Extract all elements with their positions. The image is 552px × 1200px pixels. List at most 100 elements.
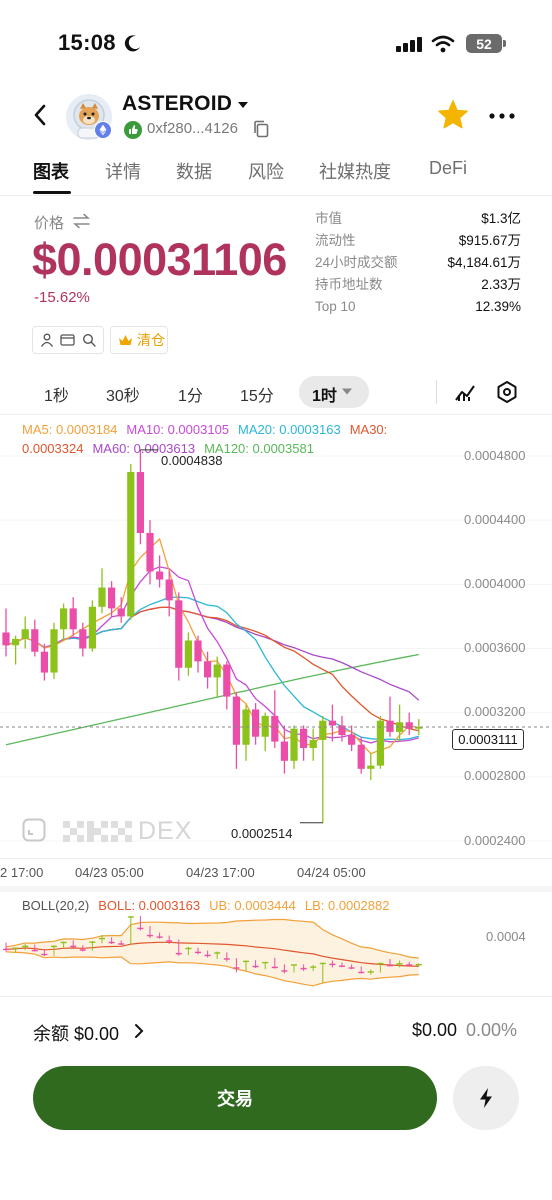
swap-arrows-icon[interactable] xyxy=(73,213,90,229)
copy-icon[interactable] xyxy=(253,120,270,138)
price-label: 价格 xyxy=(34,215,65,232)
tab-defi[interactable]: DeFi xyxy=(429,158,467,179)
timeframe-1s[interactable]: 1秒 xyxy=(44,382,69,406)
current-price-tag: 0.0003111 xyxy=(452,729,524,750)
balance-label[interactable]: 余额 $0.00 xyxy=(33,1020,119,1046)
stat-value: $915.67万 xyxy=(458,233,521,248)
token-stats: 市值 $1.3亿 流动性 $915.67万 24小时成交额 $4,184.61万… xyxy=(315,208,521,318)
more-options-button[interactable] xyxy=(486,104,520,128)
candle-up xyxy=(98,587,106,607)
stat-row-top10: Top 10 12.39% xyxy=(315,296,521,318)
clear-position-chip[interactable]: 清仓 xyxy=(110,326,168,354)
timeframe-1h[interactable]: 1时 xyxy=(312,382,337,406)
token-tools xyxy=(32,326,104,354)
candle-up xyxy=(367,765,375,769)
price-tick: 0.0004000 xyxy=(464,576,526,591)
chart-divider xyxy=(0,414,552,415)
quick-trade-button[interactable] xyxy=(453,1066,519,1130)
balance-value: $0.00 xyxy=(412,1020,458,1040)
back-button[interactable] xyxy=(28,100,52,130)
high-price-label: 0.0004838 xyxy=(161,453,223,468)
stat-value: $1.3亿 xyxy=(481,211,521,226)
favorite-button[interactable] xyxy=(436,98,470,132)
time-tick: 04/23 05:00 xyxy=(75,865,144,880)
candle-down xyxy=(146,533,154,572)
timeframe-1m[interactable]: 1分 xyxy=(178,382,203,406)
ma30-label: MA30: xyxy=(349,422,388,437)
token-name[interactable]: ASTEROID xyxy=(122,92,232,116)
price-tick: 0.0004800 xyxy=(464,448,526,463)
search-icon[interactable] xyxy=(82,333,96,347)
battery-level: 52 xyxy=(476,35,492,52)
cellular-signal-icon xyxy=(396,37,422,52)
settings-hexagon-icon[interactable] xyxy=(496,380,518,404)
boll-band-fill xyxy=(6,919,419,986)
boll-upper-value: UB: 0.0003444 xyxy=(209,898,296,913)
timeframe-15m[interactable]: 15分 xyxy=(240,382,274,406)
candle-up xyxy=(261,715,269,737)
timeframe-selector: 1秒 30秒 1分 15分 1时 xyxy=(0,374,552,410)
stat-value: $4,184.61万 xyxy=(447,255,521,270)
detail-tabs: 图表 详情 数据 风险 社媒热度 DeFi xyxy=(0,150,552,196)
candle-down xyxy=(2,632,10,646)
candle-down xyxy=(156,571,164,580)
candle-down xyxy=(223,664,231,697)
status-bar: 15:08 52 xyxy=(0,0,552,90)
candle-down xyxy=(271,715,279,742)
candle-up xyxy=(60,608,68,630)
candle-down xyxy=(328,720,336,726)
tab-details[interactable]: 详情 xyxy=(105,158,141,184)
toolbar-divider xyxy=(436,380,437,404)
token-address: 0xf280...4126 xyxy=(147,120,238,137)
candle-down xyxy=(69,608,77,630)
stat-row-market-cap: 市值 $1.3亿 xyxy=(315,208,521,230)
active-tab-underline xyxy=(33,191,71,194)
candle-up xyxy=(290,728,298,761)
person-icon[interactable] xyxy=(40,333,54,347)
stat-label: Top 10 xyxy=(315,299,356,314)
balance-percent: 0.00% xyxy=(466,1020,518,1040)
candle-up xyxy=(21,629,29,639)
chevron-right-icon[interactable] xyxy=(134,1023,144,1039)
battery-icon: 52 xyxy=(466,34,502,53)
candle-up xyxy=(127,472,135,617)
caret-down-icon[interactable] xyxy=(342,388,352,395)
ma10-line xyxy=(5,566,419,744)
price-tick: 0.0003600 xyxy=(464,640,526,655)
ethereum-chain-badge xyxy=(94,121,112,139)
candle-down xyxy=(194,640,202,662)
time-tick: 2 17:00 xyxy=(0,865,44,880)
chevron-left-icon xyxy=(34,104,46,126)
candle-down xyxy=(31,629,39,652)
battery-cap xyxy=(503,40,506,47)
candle-down xyxy=(232,696,240,745)
candle-up xyxy=(309,739,317,748)
candle-down xyxy=(280,741,288,761)
okx-logo-icon xyxy=(63,821,132,842)
clear-position-label: 清仓 xyxy=(137,332,165,348)
stat-label: 24小时成交额 xyxy=(315,255,398,270)
tab-social[interactable]: 社媒热度 xyxy=(319,158,391,184)
candle-down xyxy=(108,587,116,609)
stat-label: 持币地址数 xyxy=(315,277,383,292)
fullscreen-icon[interactable] xyxy=(22,818,46,842)
tab-chart[interactable]: 图表 xyxy=(33,158,69,184)
candle-down xyxy=(405,722,413,729)
ma60-line xyxy=(5,606,420,701)
moon-icon xyxy=(124,35,140,52)
price-tick: 0.0004400 xyxy=(464,512,526,527)
time-axis-line xyxy=(0,858,552,859)
indicator-chart-icon[interactable] xyxy=(453,380,477,404)
tab-data[interactable]: 数据 xyxy=(176,158,212,184)
caret-down-icon[interactable] xyxy=(238,101,248,109)
candle-down xyxy=(386,720,394,732)
boll-lower-value: LB: 0.0002882 xyxy=(304,898,390,913)
trade-button[interactable]: 交易 xyxy=(33,1066,437,1130)
browser-icon[interactable] xyxy=(60,333,76,347)
tab-risk[interactable]: 风险 xyxy=(248,158,284,184)
stat-row-holders: 持币地址数 2.33万 xyxy=(315,274,521,296)
lightning-icon xyxy=(480,1088,492,1108)
boll-chart[interactable] xyxy=(0,916,552,994)
timeframe-30s[interactable]: 30秒 xyxy=(106,382,140,406)
candle-down xyxy=(40,651,48,673)
